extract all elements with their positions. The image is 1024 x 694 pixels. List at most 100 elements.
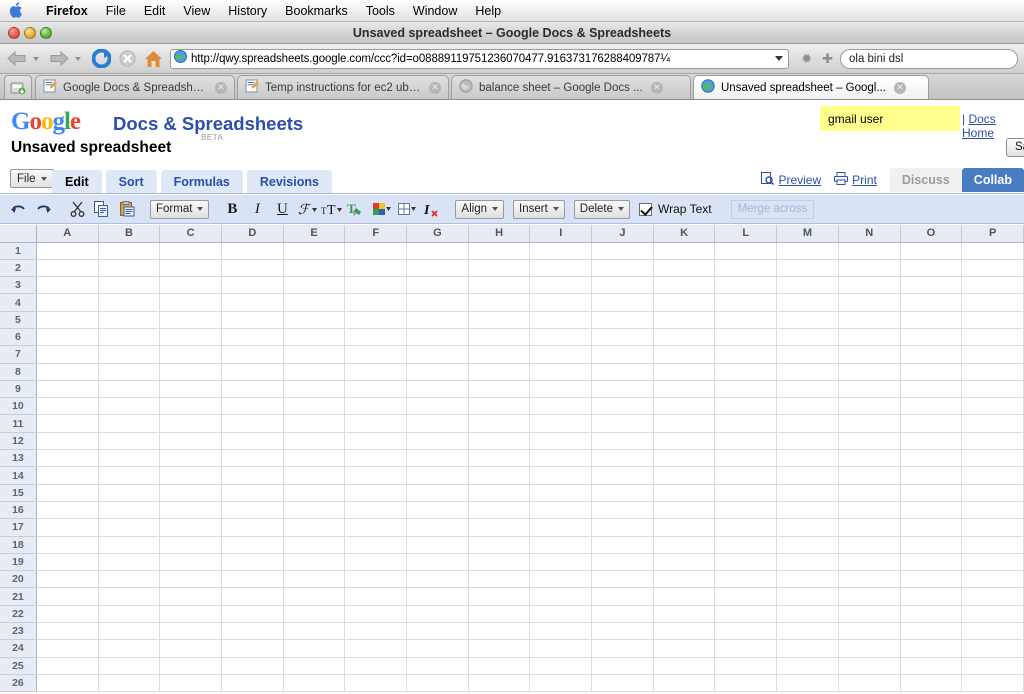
cell-M10[interactable] [777, 398, 839, 415]
cell-J6[interactable] [592, 328, 654, 345]
row-header-8[interactable]: 8 [0, 363, 36, 380]
cell-B15[interactable] [98, 484, 160, 501]
cell-M11[interactable] [777, 415, 839, 432]
cell-I2[interactable] [530, 259, 592, 276]
cell-N11[interactable] [838, 415, 900, 432]
cell-I8[interactable] [530, 363, 592, 380]
column-header-e[interactable]: E [283, 225, 345, 242]
cell-D4[interactable] [222, 294, 284, 311]
cell-J15[interactable] [592, 484, 654, 501]
cell-K10[interactable] [653, 398, 715, 415]
cell-P9[interactable] [962, 380, 1024, 397]
cell-O19[interactable] [900, 553, 962, 570]
column-header-b[interactable]: B [98, 225, 160, 242]
cell-E7[interactable] [283, 346, 345, 363]
cell-I14[interactable] [530, 467, 592, 484]
cell-C3[interactable] [160, 277, 222, 294]
cell-H20[interactable] [468, 571, 530, 588]
cell-A2[interactable] [36, 259, 98, 276]
cell-L15[interactable] [715, 484, 777, 501]
cell-N23[interactable] [838, 623, 900, 640]
tab-edit[interactable]: Edit [52, 170, 102, 194]
cell-C23[interactable] [160, 623, 222, 640]
cell-G4[interactable] [407, 294, 469, 311]
cell-F2[interactable] [345, 259, 407, 276]
cell-D22[interactable] [222, 605, 284, 622]
cell-H5[interactable] [468, 311, 530, 328]
cell-M15[interactable] [777, 484, 839, 501]
cell-I25[interactable] [530, 657, 592, 674]
paste-icon[interactable] [116, 199, 138, 220]
row-header-17[interactable]: 17 [0, 519, 36, 536]
row-header-19[interactable]: 19 [0, 553, 36, 570]
os-menu-item-window[interactable]: Window [404, 0, 466, 22]
cell-G22[interactable] [407, 605, 469, 622]
cell-G26[interactable] [407, 674, 469, 691]
column-header-g[interactable]: G [407, 225, 469, 242]
cell-I11[interactable] [530, 415, 592, 432]
column-header-j[interactable]: J [592, 225, 654, 242]
cell-M18[interactable] [777, 536, 839, 553]
cell-F9[interactable] [345, 380, 407, 397]
cell-C6[interactable] [160, 328, 222, 345]
cell-P21[interactable] [962, 588, 1024, 605]
cell-K9[interactable] [653, 380, 715, 397]
cell-D26[interactable] [222, 674, 284, 691]
cell-H11[interactable] [468, 415, 530, 432]
cell-L25[interactable] [715, 657, 777, 674]
cell-E6[interactable] [283, 328, 345, 345]
cell-D2[interactable] [222, 259, 284, 276]
cell-M20[interactable] [777, 571, 839, 588]
text-color-icon[interactable]: T [346, 199, 368, 220]
cell-D16[interactable] [222, 501, 284, 518]
cell-B18[interactable] [98, 536, 160, 553]
cell-G20[interactable] [407, 571, 469, 588]
cell-B17[interactable] [98, 519, 160, 536]
cell-J23[interactable] [592, 623, 654, 640]
cell-I7[interactable] [530, 346, 592, 363]
cell-E18[interactable] [283, 536, 345, 553]
cell-M25[interactable] [777, 657, 839, 674]
cell-A23[interactable] [36, 623, 98, 640]
os-menu-item-bookmarks[interactable]: Bookmarks [276, 0, 357, 22]
cell-G9[interactable] [407, 380, 469, 397]
cell-M21[interactable] [777, 588, 839, 605]
cell-D8[interactable] [222, 363, 284, 380]
cell-G10[interactable] [407, 398, 469, 415]
cell-N12[interactable] [838, 432, 900, 449]
cell-P10[interactable] [962, 398, 1024, 415]
cell-L10[interactable] [715, 398, 777, 415]
cell-E3[interactable] [283, 277, 345, 294]
row-header-18[interactable]: 18 [0, 536, 36, 553]
cell-P16[interactable] [962, 501, 1024, 518]
cell-P13[interactable] [962, 450, 1024, 467]
cell-M12[interactable] [777, 432, 839, 449]
cell-A11[interactable] [36, 415, 98, 432]
cell-O18[interactable] [900, 536, 962, 553]
cell-O16[interactable] [900, 501, 962, 518]
cell-B22[interactable] [98, 605, 160, 622]
cell-P23[interactable] [962, 623, 1024, 640]
cell-F22[interactable] [345, 605, 407, 622]
cell-O1[interactable] [900, 242, 962, 259]
cell-M13[interactable] [777, 450, 839, 467]
cell-H1[interactable] [468, 242, 530, 259]
cell-A22[interactable] [36, 605, 98, 622]
cell-A16[interactable] [36, 501, 98, 518]
row-header-1[interactable]: 1 [0, 242, 36, 259]
cell-A3[interactable] [36, 277, 98, 294]
cell-N7[interactable] [838, 346, 900, 363]
cell-J16[interactable] [592, 501, 654, 518]
cell-O10[interactable] [900, 398, 962, 415]
cell-F21[interactable] [345, 588, 407, 605]
bold-button[interactable]: B [221, 199, 243, 220]
cell-I5[interactable] [530, 311, 592, 328]
column-header-n[interactable]: N [838, 225, 900, 242]
cell-B4[interactable] [98, 294, 160, 311]
column-header-i[interactable]: I [530, 225, 592, 242]
cell-H8[interactable] [468, 363, 530, 380]
cell-J5[interactable] [592, 311, 654, 328]
cell-C24[interactable] [160, 640, 222, 657]
cell-K18[interactable] [653, 536, 715, 553]
cell-H15[interactable] [468, 484, 530, 501]
